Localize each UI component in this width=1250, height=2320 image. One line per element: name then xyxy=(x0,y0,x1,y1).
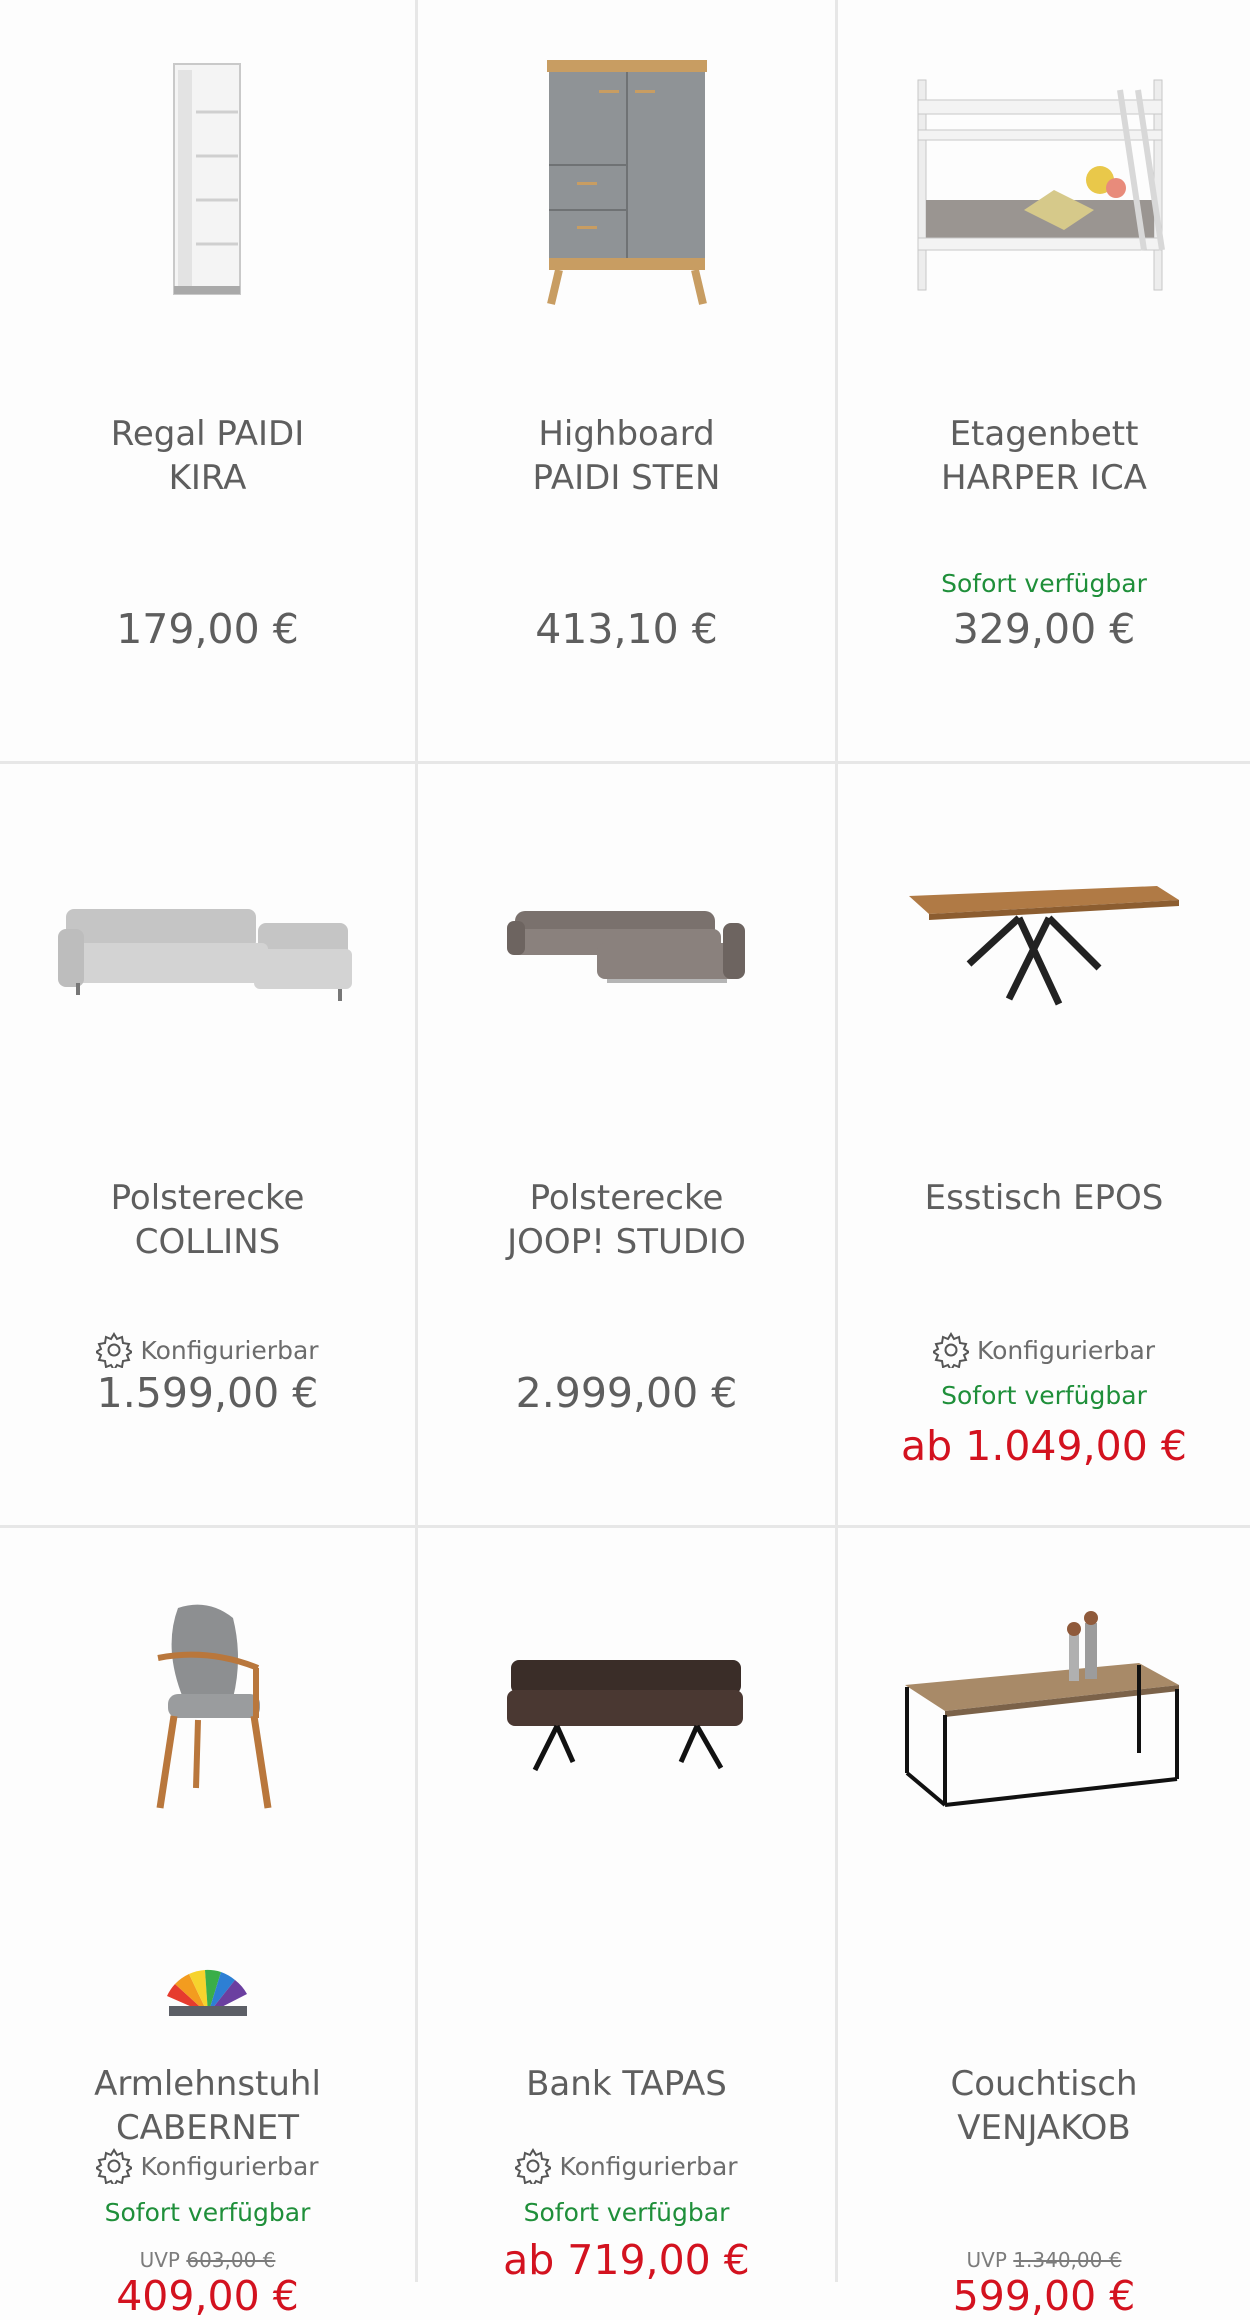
product-name[interactable]: Etagenbett HARPER ICA xyxy=(848,412,1240,500)
product-image[interactable] xyxy=(418,794,835,1094)
product-price: 179,00 € xyxy=(116,605,299,653)
product-image[interactable] xyxy=(0,1558,415,1858)
product-name[interactable]: Regal PAIDI KIRA xyxy=(10,412,405,500)
configurable-label: Konfigurierbar xyxy=(838,1332,1250,1368)
product-card-esstisch-epos[interactable]: Esstisch EPOS Konfigurierbar Sofort verf… xyxy=(838,764,1250,1528)
color-fan-icon[interactable] xyxy=(0,1966,415,2018)
availability-label: Sofort verfügbar xyxy=(941,1381,1147,1410)
uvp-label: UVP 1.340,00 € xyxy=(966,2248,1122,2272)
gear-icon xyxy=(932,1332,969,1368)
product-image[interactable] xyxy=(0,30,415,330)
configurable-label: Konfigurierbar xyxy=(0,2148,415,2184)
product-price: 413,10 € xyxy=(535,605,718,653)
configurable-label: Konfigurierbar xyxy=(418,2148,835,2184)
product-image[interactable] xyxy=(838,794,1250,1094)
product-name[interactable]: Couchtisch VENJAKOB xyxy=(848,2062,1240,2150)
product-price: ab 1.049,00 € xyxy=(901,1422,1187,1470)
product-image[interactable] xyxy=(0,794,415,1094)
product-name[interactable]: Esstisch EPOS xyxy=(848,1176,1240,1220)
product-image[interactable] xyxy=(838,30,1250,330)
availability-label: Sofort verfügbar xyxy=(941,569,1147,598)
configurable-label: Konfigurierbar xyxy=(0,1332,415,1368)
product-price: 409,00 € xyxy=(116,2272,299,2320)
gear-icon xyxy=(96,1332,133,1368)
product-price: 2.999,00 € xyxy=(515,1369,738,1417)
availability-label: Sofort verfügbar xyxy=(523,2198,730,2227)
uvp-label: UVP 603,00 € xyxy=(139,2248,276,2272)
product-name[interactable]: Polsterecke JOOP! STUDIO xyxy=(428,1176,825,1264)
product-card-regal-kira[interactable]: Regal PAIDI KIRA 179,00 € xyxy=(0,0,418,764)
product-name[interactable]: Armlehnstuhl CABERNET xyxy=(10,2062,405,2150)
product-image[interactable] xyxy=(838,1558,1250,1858)
product-price: 329,00 € xyxy=(952,605,1136,653)
product-price: ab 719,00 € xyxy=(503,2236,750,2284)
product-price: 1.599,00 € xyxy=(96,1369,319,1417)
availability-label: Sofort verfügbar xyxy=(104,2198,311,2227)
product-name[interactable]: Bank TAPAS xyxy=(428,2062,825,2106)
product-image[interactable] xyxy=(418,1558,835,1858)
product-price: 599,00 € xyxy=(952,2272,1136,2320)
product-image[interactable] xyxy=(418,30,835,330)
product-card-couchtisch-venjakob[interactable]: Couchtisch VENJAKOB UVP 1.340,00 € 599,0… xyxy=(838,1528,1250,2320)
product-name[interactable]: Polsterecke COLLINS xyxy=(10,1176,405,1264)
product-card-etagenbett-harper[interactable]: Etagenbett HARPER ICA Sofort verfügbar 3… xyxy=(838,0,1250,764)
product-card-highboard-sten[interactable]: Highboard PAIDI STEN 413,10 € xyxy=(418,0,838,764)
product-card-polsterecke-collins[interactable]: Polsterecke COLLINS Konfigurierbar 1.599… xyxy=(0,764,418,1528)
product-card-armlehnstuhl-cabernet[interactable]: Armlehnstuhl CABERNET Konfigurierbar Sof… xyxy=(0,1528,418,2320)
gear-icon xyxy=(515,2148,552,2184)
product-name[interactable]: Highboard PAIDI STEN xyxy=(428,412,825,500)
gear-icon xyxy=(96,2148,133,2184)
product-grid: Regal PAIDI KIRA 179,00 € Highboard PAID… xyxy=(0,0,1250,2320)
product-card-polsterecke-joop[interactable]: Polsterecke JOOP! STUDIO 2.999,00 € xyxy=(418,764,838,1528)
product-card-bank-tapas[interactable]: Bank TAPAS Konfigurierbar Sofort verfügb… xyxy=(418,1528,838,2284)
